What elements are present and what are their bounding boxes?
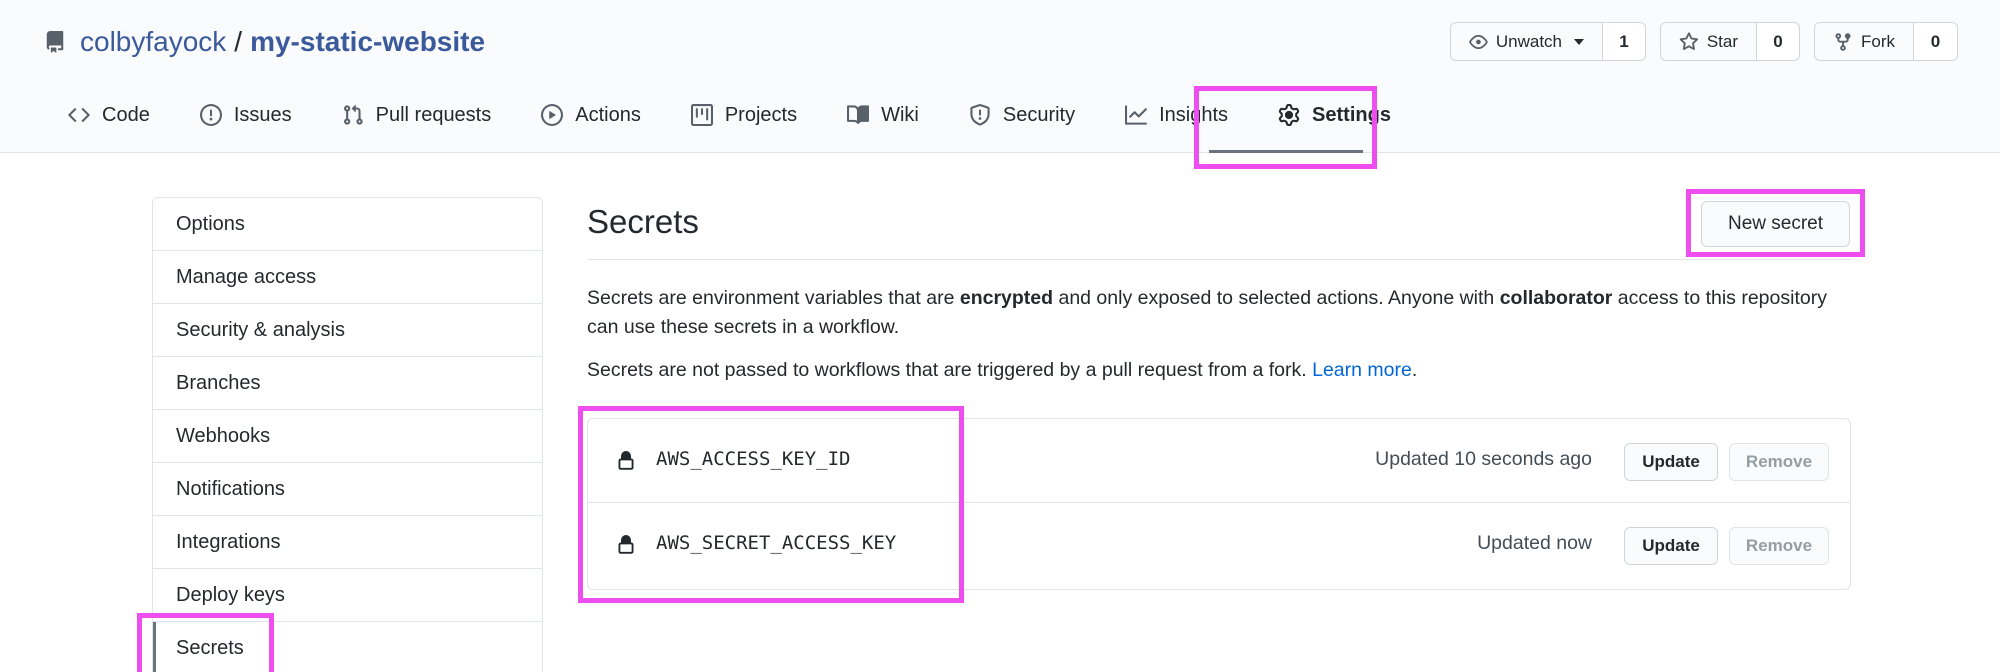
tab-label: Security (1002, 103, 1076, 126)
fork-note-text: Secrets are not passed to workflows that… (587, 359, 1313, 381)
title-divider (587, 259, 1851, 260)
graph-icon (1125, 105, 1148, 125)
tab-label: Code (102, 103, 150, 126)
repo-title: colbyfayock / my-static-website (44, 22, 485, 62)
fork-note-end: . (1411, 359, 1418, 381)
star-button-group: Star 0 (1660, 22, 1800, 61)
sidebar-item-security-analysis[interactable]: Security & analysis (153, 304, 542, 357)
secret-row: AWS_SECRET_ACCESS_KEY Updated now Update… (588, 503, 1850, 587)
remove-secret-button[interactable]: Remove (1729, 443, 1829, 481)
repo-header: colbyfayock / my-static-website Unwatch … (0, 0, 2000, 153)
update-secret-button[interactable]: Update (1624, 443, 1718, 481)
secrets-description: Secrets are environment variables that a… (587, 284, 1857, 342)
new-secret-button[interactable]: New secret (1701, 201, 1850, 247)
tab-label: Issues (233, 103, 292, 126)
repo-nav-tabs: Code Issues Pull requests Actions Projec… (64, 94, 1437, 153)
project-icon (690, 104, 713, 126)
selected-tab-underline (1209, 150, 1363, 153)
page-title: Secrets (587, 203, 699, 240)
watch-count[interactable]: 1 (1603, 23, 1645, 60)
watch-button-group: Unwatch 1 (1450, 22, 1646, 61)
sidebar-item-options[interactable]: Options (153, 198, 542, 251)
star-label: Star (1706, 31, 1738, 51)
remove-secret-button[interactable]: Remove (1729, 527, 1829, 565)
book-icon (847, 105, 870, 124)
fork-button-group: Fork 0 (1814, 22, 1958, 61)
fork-button[interactable]: Fork (1815, 23, 1914, 60)
tab-settings[interactable]: Settings (1274, 94, 1415, 144)
code-icon (68, 108, 90, 122)
settings-sidebar: Options Manage access Security & analysi… (152, 197, 543, 672)
gear-icon (1278, 104, 1300, 126)
desc-bold-encrypted: encrypted (959, 287, 1054, 309)
lock-icon (618, 451, 634, 470)
tab-security[interactable]: Security (965, 94, 1099, 144)
tab-actions[interactable]: Actions (537, 94, 665, 144)
tab-projects[interactable]: Projects (687, 94, 821, 144)
caret-down-icon (1574, 38, 1584, 45)
play-icon (541, 104, 564, 126)
sidebar-item-notifications[interactable]: Notifications (153, 463, 542, 516)
star-count[interactable]: 0 (1757, 23, 1799, 60)
fork-note: Secrets are not passed to workflows that… (587, 356, 1857, 385)
secret-updated-time: Updated 10 seconds ago (1375, 448, 1592, 470)
tab-pull-requests[interactable]: Pull requests (338, 94, 516, 144)
unwatch-label: Unwatch (1495, 31, 1562, 51)
update-secret-button[interactable]: Update (1624, 527, 1718, 565)
secret-name: AWS_SECRET_ACCESS_KEY (656, 532, 897, 554)
sidebar-item-secrets[interactable]: Secrets (153, 622, 542, 672)
sidebar-item-branches[interactable]: Branches (153, 357, 542, 410)
tab-insights[interactable]: Insights (1121, 94, 1252, 144)
desc-bold-collaborator: collaborator (1499, 287, 1613, 309)
fork-count[interactable]: 0 (1914, 23, 1957, 60)
unwatch-button[interactable]: Unwatch (1451, 23, 1603, 60)
repo-icon (46, 31, 64, 53)
star-button[interactable]: Star (1661, 23, 1757, 60)
tab-label: Projects (724, 103, 798, 126)
repo-owner-link[interactable]: colbyfayock (80, 26, 226, 58)
pull-request-icon (343, 104, 363, 125)
tab-label: Actions (575, 103, 641, 126)
repo-separator: / (234, 26, 243, 57)
star-icon (1679, 31, 1699, 50)
tab-label: Pull requests (375, 103, 492, 126)
lock-icon (618, 535, 634, 554)
sidebar-item-integrations[interactable]: Integrations (153, 516, 542, 569)
sidebar-item-webhooks[interactable]: Webhooks (153, 410, 542, 463)
sidebar-item-manage-access[interactable]: Manage access (153, 251, 542, 304)
tab-label: Insights (1159, 103, 1229, 126)
desc-text: Secrets are environment variables that a… (587, 287, 960, 309)
secret-row: AWS_ACCESS_KEY_ID Updated 10 seconds ago… (588, 419, 1850, 503)
repo-name-link[interactable]: my-static-website (250, 26, 485, 58)
tab-label: Wiki (881, 103, 919, 126)
tab-wiki[interactable]: Wiki (843, 94, 943, 144)
desc-text: and only exposed to selected actions. An… (1053, 287, 1500, 309)
shield-icon (970, 104, 990, 126)
fork-label: Fork (1861, 31, 1895, 51)
sidebar-item-deploy-keys[interactable]: Deploy keys (153, 569, 542, 622)
fork-icon (1835, 32, 1851, 51)
tab-label: Settings (1312, 103, 1391, 126)
secret-updated-time: Updated now (1477, 532, 1592, 554)
secrets-list: AWS_ACCESS_KEY_ID Updated 10 seconds ago… (587, 418, 1851, 590)
learn-more-link[interactable]: Learn more (1312, 359, 1412, 381)
tab-issues[interactable]: Issues (196, 94, 316, 144)
issue-icon (199, 104, 222, 126)
secret-name: AWS_ACCESS_KEY_ID (656, 448, 851, 470)
tab-code[interactable]: Code (64, 94, 174, 144)
eye-icon (1469, 34, 1488, 49)
